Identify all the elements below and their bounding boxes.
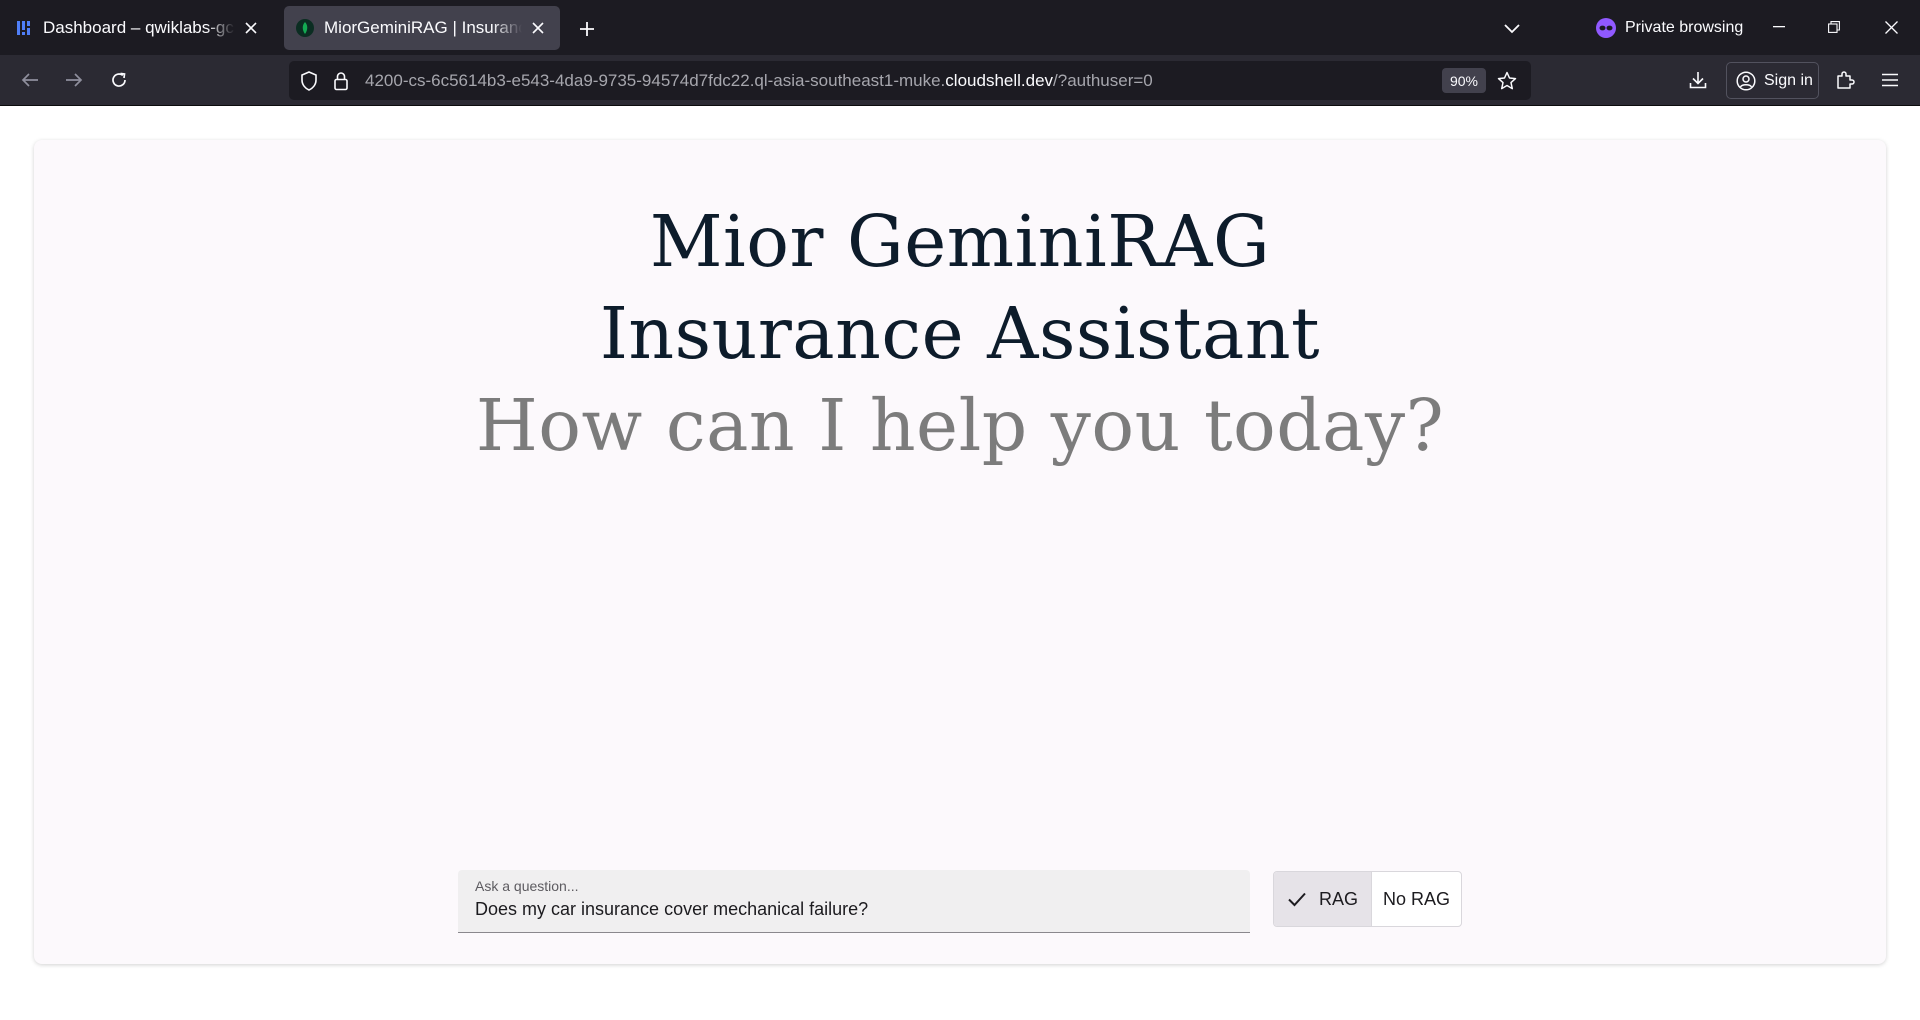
hamburger-menu-icon — [1882, 73, 1898, 87]
no-rag-label: No RAG — [1382, 888, 1451, 909]
navigation-toolbar: 4200-cs-6c5614b3-e543-4da9-9735-94574d7f… — [0, 55, 1920, 106]
url-prefix: 4200-cs-6c5614b3-e543-4da9-9735-94574d7f… — [365, 71, 946, 90]
reload-button[interactable] — [102, 63, 136, 97]
restore-button[interactable] — [1811, 8, 1857, 46]
list-all-tabs-button[interactable] — [1496, 13, 1528, 45]
close-tab-icon[interactable] — [528, 18, 548, 38]
tab-title: Dashboard – qwiklabs-gcp-00-e — [43, 18, 235, 37]
url-suffix: /?authuser=0 — [1053, 71, 1153, 90]
greeting-subtitle: How can I help you today? — [475, 384, 1445, 467]
no-rag-toggle-button[interactable]: No RAG — [1372, 872, 1461, 926]
downloads-button[interactable] — [1681, 63, 1715, 97]
lock-icon[interactable] — [329, 69, 353, 93]
leaf-favicon-icon — [296, 19, 314, 37]
restore-icon — [1828, 21, 1840, 33]
tab-insurance-assistant[interactable]: MiorGeminiRAG | Insurance Assistant — [284, 6, 560, 50]
assistant-card: Mior GeminiRAG Insurance Assistant How c… — [34, 140, 1886, 964]
rag-toggle-button[interactable]: RAG — [1274, 872, 1372, 926]
question-input[interactable]: Ask a question... Does my car insurance … — [458, 870, 1250, 933]
dashboard-favicon-icon — [15, 19, 33, 37]
url-host: cloudshell.dev — [945, 71, 1054, 90]
question-input-label: Ask a question... — [475, 878, 579, 894]
arrow-left-icon — [21, 73, 38, 87]
download-icon — [1689, 72, 1707, 89]
hero-heading: Mior GeminiRAG Insurance Assistant How c… — [34, 196, 1886, 472]
chevron-down-icon — [1504, 24, 1520, 34]
app-title-line2: Insurance Assistant — [599, 292, 1321, 375]
account-icon — [1736, 70, 1756, 91]
url-text[interactable]: 4200-cs-6c5614b3-e543-4da9-9735-94574d7f… — [365, 71, 1153, 91]
app-menu-button[interactable] — [1873, 63, 1907, 97]
tab-dashboard[interactable]: Dashboard – qwiklabs-gcp-00-e — [3, 6, 273, 50]
puzzle-piece-icon — [1837, 71, 1855, 89]
extensions-button[interactable] — [1828, 63, 1862, 97]
zoom-level-button[interactable]: 90% — [1442, 68, 1486, 93]
web-page: Mior GeminiRAG Insurance Assistant How c… — [0, 107, 1920, 1020]
tab-strip: Dashboard – qwiklabs-gcp-00-e MiorGemini… — [0, 0, 1920, 55]
forward-button[interactable] — [57, 63, 91, 97]
rag-label: RAG — [1319, 888, 1359, 909]
address-bar[interactable]: 4200-cs-6c5614b3-e543-4da9-9735-94574d7f… — [289, 61, 1531, 100]
checkmark-icon — [1288, 892, 1306, 907]
minimize-icon — [1773, 26, 1785, 28]
plus-icon — [580, 22, 594, 36]
bookmark-star-icon[interactable] — [1495, 69, 1519, 93]
sign-in-button[interactable]: Sign in — [1726, 62, 1819, 99]
tracking-shield-icon[interactable] — [297, 69, 321, 93]
private-browsing-label: Private browsing — [1625, 19, 1744, 36]
close-tab-icon[interactable] — [241, 18, 261, 38]
private-mask-icon — [1596, 18, 1616, 38]
back-button[interactable] — [13, 63, 47, 97]
close-icon — [1884, 20, 1898, 34]
app-title-line1: Mior GeminiRAG — [649, 200, 1271, 283]
question-input-value[interactable]: Does my car insurance cover mechanical f… — [475, 899, 868, 920]
rag-mode-toggle-group: RAG No RAG — [1273, 871, 1462, 927]
reload-icon — [112, 72, 126, 87]
arrow-right-icon — [66, 73, 83, 87]
new-tab-button[interactable] — [571, 13, 603, 45]
sign-in-label: Sign in — [1764, 71, 1813, 89]
minimize-button[interactable] — [1756, 8, 1802, 46]
close-window-button[interactable] — [1868, 8, 1914, 46]
tab-title: MiorGeminiRAG | Insurance Assistant — [324, 18, 522, 37]
private-browsing-indicator: Private browsing — [1596, 14, 1743, 42]
